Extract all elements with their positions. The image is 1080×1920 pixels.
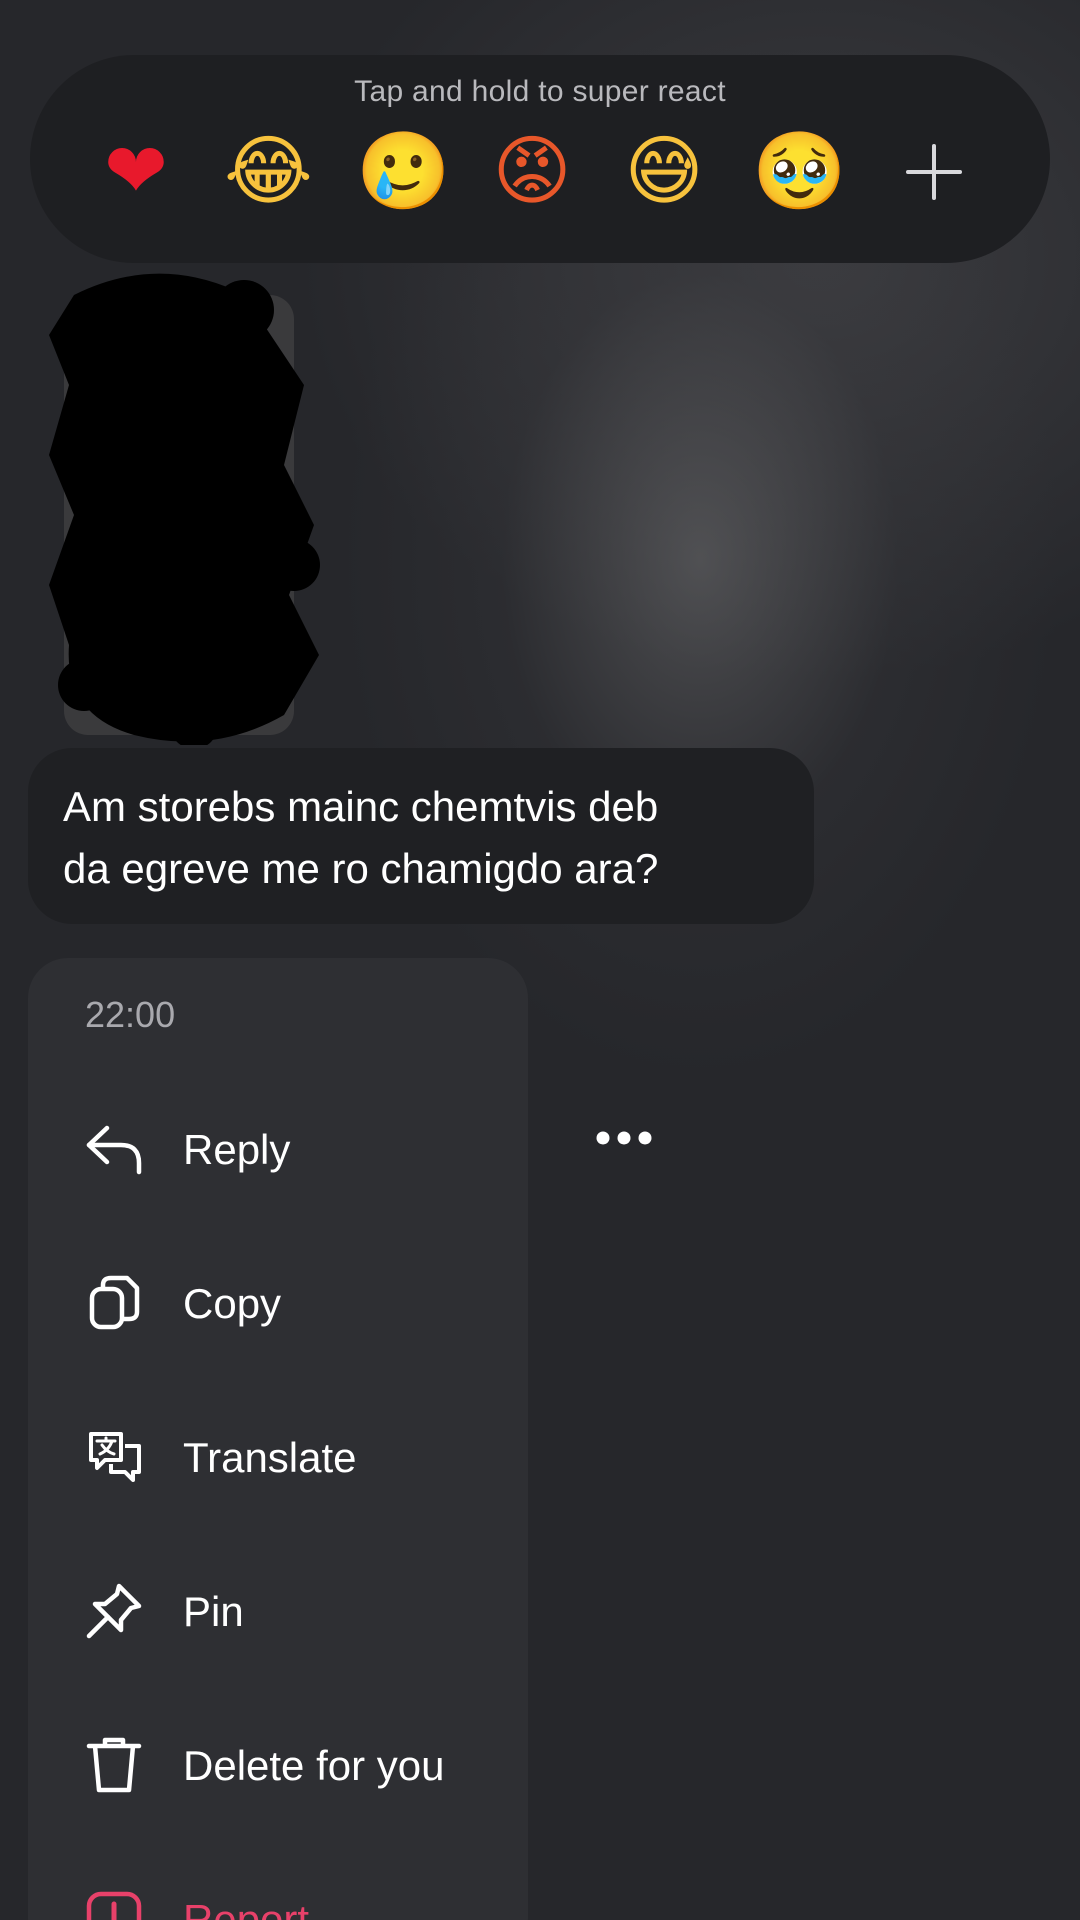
red-heart-emoji[interactable]: ❤ [92,127,180,215]
translate-label: Translate [183,1434,357,1481]
menu-item-report[interactable]: Report [28,1858,528,1920]
redacted-image [49,273,320,745]
reply-icon [86,1125,142,1175]
pin-icon [86,1583,142,1639]
delete-for-you-label: Delete for you [183,1742,445,1789]
pouting-face-emoji[interactable]: 😡 [488,127,576,215]
more-icon[interactable] [595,1125,655,1151]
reply-label: Reply [183,1126,291,1173]
report-icon [86,1891,142,1920]
message-context-menu: 22:00 Reply Copy Translate Pin Delete fo… [28,958,528,1920]
grinning-face-with-sweat-emoji[interactable]: 😅 [620,127,708,215]
message-text: Am storebs mainc chemtvis deb da egreve … [63,776,793,900]
smiling-face-with-tear-emoji[interactable]: 🥲 [356,127,451,215]
message-line-1: Am storebs mainc chemtvis deb [63,783,659,830]
menu-item-copy[interactable]: Copy [28,1242,528,1362]
menu-item-pin[interactable]: Pin [28,1550,528,1670]
message-timestamp: 22:00 [85,994,176,1035]
face-with-tears-of-joy-emoji[interactable]: 😂 [224,127,313,215]
pin-label: Pin [183,1588,244,1635]
reaction-hint: Tap and hold to super react [354,75,726,108]
menu-item-delete-for-you[interactable]: Delete for you [28,1704,528,1824]
plus-icon[interactable] [905,143,963,201]
reaction-bar: Tap and hold to super react ❤ 😂 🥲 😡 😅 🥹 [30,55,1050,263]
message-actions-screen: Tap and hold to super react ❤ 😂 🥲 😡 😅 🥹 … [0,0,1080,1920]
copy-label: Copy [183,1280,282,1327]
report-label: Report [183,1896,310,1920]
trash-icon [86,1737,142,1793]
menu-item-reply[interactable]: Reply [28,1088,528,1208]
message-line-2: da egreve me ro chamigdo ara? [63,845,659,892]
copy-icon [89,1275,140,1330]
message-bubble[interactable]: Am storebs mainc chemtvis deb da egreve … [28,748,814,924]
menu-item-translate[interactable]: Translate [28,1396,528,1516]
emoji-row: ❤ 😂 🥲 😡 😅 🥹 [92,127,884,215]
translate-icon [89,1432,141,1482]
pleading-face-emoji[interactable]: 🥹 [752,127,847,215]
